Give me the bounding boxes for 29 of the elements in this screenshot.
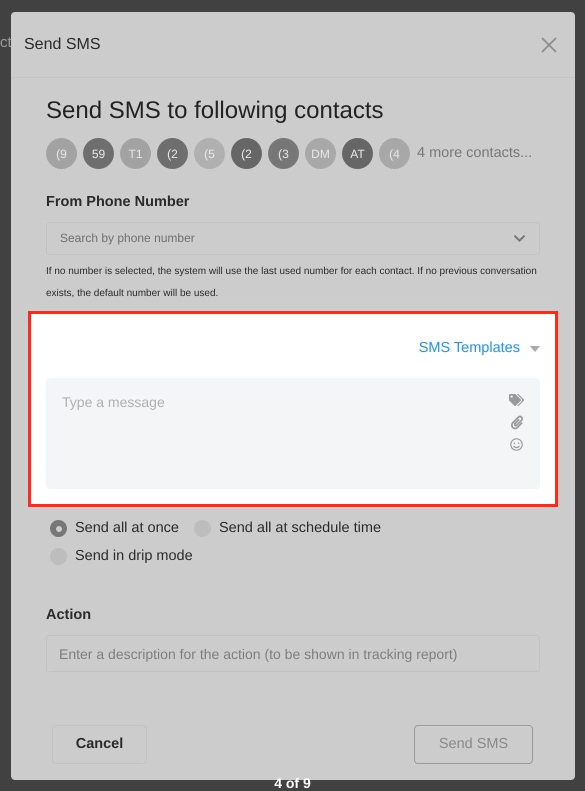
background-text: ct xyxy=(0,33,12,53)
close-button[interactable] xyxy=(539,34,559,54)
hint-text: If no number is selected, the system will use the last used number for each contact. If no previous conversation exists, the default number will be used. xyxy=(46,264,538,301)
contact-avatar: (4 xyxy=(379,138,410,169)
contact-avatar: (3 xyxy=(268,138,299,169)
field-label: From Phone Number xyxy=(46,193,190,212)
action-input[interactable]: Enter a description for the action (to be shown in tracking report) xyxy=(46,635,540,672)
smiley-icon[interactable] xyxy=(510,438,523,450)
contact-avatar: AT xyxy=(342,138,373,169)
radio-option[interactable]: Send in drip mode xyxy=(50,546,193,568)
contact-avatar: 59 xyxy=(83,138,114,169)
field-label: Action xyxy=(46,606,92,626)
radio-option[interactable]: Send all at once xyxy=(50,518,179,540)
close-icon xyxy=(541,36,557,52)
contact-avatar: (2 xyxy=(231,138,262,169)
dialog-heading: Send SMS to following contacts xyxy=(46,96,385,126)
contact-avatar: DM xyxy=(305,138,336,169)
page-counter: 4 of 9 xyxy=(273,774,312,791)
more-contacts-text: 4 more contacts... xyxy=(417,144,532,163)
tag-icon[interactable] xyxy=(509,392,524,406)
caret-icon xyxy=(530,346,540,352)
contact-avatar: (2 xyxy=(157,138,188,169)
radio-option[interactable]: Send all at schedule time xyxy=(194,518,382,540)
dialog-title: Send SMS xyxy=(24,34,100,54)
contact-avatar: (9 xyxy=(46,138,77,169)
contact-avatar: T1 xyxy=(120,138,151,169)
cancel-button[interactable]: Cancel xyxy=(52,725,147,764)
radio-button[interactable] xyxy=(50,520,67,538)
paperclip-icon[interactable] xyxy=(510,414,522,430)
